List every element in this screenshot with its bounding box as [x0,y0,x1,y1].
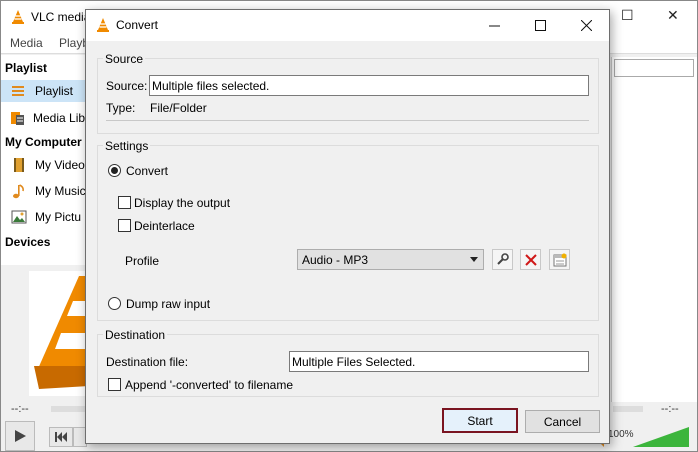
new-profile-button[interactable] [549,249,570,270]
start-button[interactable]: Start [442,408,518,433]
minimize-icon [488,25,500,27]
destination-group-title: Destination [103,328,168,342]
previous-icon [55,432,67,442]
append-converted-label[interactable]: Append '-converted' to filename [125,378,293,392]
destination-file-label: Destination file: [106,355,189,369]
wrench-icon [497,253,509,265]
sidebar-item-label: My Music [35,184,86,198]
vlc-cone-icon [95,17,111,36]
chevron-down-icon [470,257,478,262]
seek-slider-end[interactable] [613,406,643,412]
vlc-maximize-icon[interactable]: ☐ [621,7,634,24]
playlist-search-input[interactable] [614,59,694,77]
display-output-checkbox[interactable] [118,196,131,209]
sidebar-item-my-videos[interactable]: My Video [11,154,87,176]
dump-raw-label[interactable]: Dump raw input [126,297,210,311]
sidebar-item-label: Playlist [35,84,74,98]
convert-dialog: Convert Source Source: Multiple files se… [85,9,610,444]
new-profile-icon [553,253,566,266]
settings-group-title: Settings [103,139,151,153]
maximize-button[interactable] [517,10,563,41]
type-value: File/Folder [150,101,207,115]
total-time: --:-- [661,403,679,415]
sidebar-item-my-music[interactable]: My Music [11,180,87,202]
seek-slider[interactable] [51,406,87,412]
dialog-title: Convert [116,18,159,32]
playlist-pane [611,57,697,402]
sidebar-item-playlist[interactable]: Playlist [1,80,87,102]
append-converted-checkbox[interactable] [108,378,121,391]
convert-radio-label[interactable]: Convert [126,164,168,178]
video-film-icon [11,157,27,173]
vlc-window-title: VLC media [31,10,91,24]
sidebar-item-label: Media Lib [33,111,85,125]
deinterlace-label[interactable]: Deinterlace [134,219,195,233]
volume-slider[interactable] [633,427,689,447]
sidebar-head-playlist: Playlist [5,61,48,75]
delete-profile-button[interactable] [520,249,541,270]
sidebar-item-label: My Video [35,158,85,172]
convert-radio[interactable] [108,164,121,177]
display-output-label[interactable]: Display the output [134,196,230,210]
profile-label: Profile [125,254,160,268]
play-button[interactable] [5,421,35,451]
delete-x-icon [524,253,537,266]
sidebar-head-my-computer: My Computer [5,135,82,149]
deinterlace-checkbox[interactable] [118,219,131,232]
type-label: Type: [106,101,136,115]
source-label: Source: [106,79,148,93]
picture-icon [11,209,27,225]
previous-button[interactable] [49,427,73,447]
close-icon [580,20,592,31]
edit-profile-button[interactable] [492,249,513,270]
volume-percent: 100% [608,429,634,440]
menu-media[interactable]: Media [10,36,43,50]
sidebar-item-label: My Pictu [35,210,82,224]
maximize-icon [534,20,546,31]
media-library-icon [9,110,25,126]
source-separator [106,120,589,121]
source-field[interactable]: Multiple files selected. [149,75,589,96]
close-button[interactable] [563,10,609,41]
destination-file-field[interactable]: Multiple Files Selected. [289,351,589,372]
profile-select-value: Audio - MP3 [302,253,369,267]
dump-raw-radio[interactable] [108,297,121,310]
settings-group [97,145,599,321]
vlc-sidebar: Playlist Playlist Media Lib My Computer … [1,55,87,265]
vlc-cone-icon [10,9,26,28]
profile-select[interactable]: Audio - MP3 [297,249,484,270]
minimize-button[interactable] [471,10,517,41]
play-icon [15,430,26,442]
cancel-button[interactable]: Cancel [525,410,600,433]
source-group-title: Source [103,52,146,66]
dialog-titlebar: Convert [86,10,609,41]
vlc-close-icon[interactable]: ✕ [667,7,679,24]
sidebar-head-devices: Devices [5,235,51,249]
sidebar-item-my-pictures[interactable]: My Pictu [11,206,87,228]
playlist-icon [11,83,27,99]
sidebar-item-media-library[interactable]: Media Lib [9,107,85,129]
album-art-placeholder [29,271,89,396]
source-group [97,58,599,134]
elapsed-time: --:-- [11,403,29,415]
music-note-icon [11,183,27,199]
